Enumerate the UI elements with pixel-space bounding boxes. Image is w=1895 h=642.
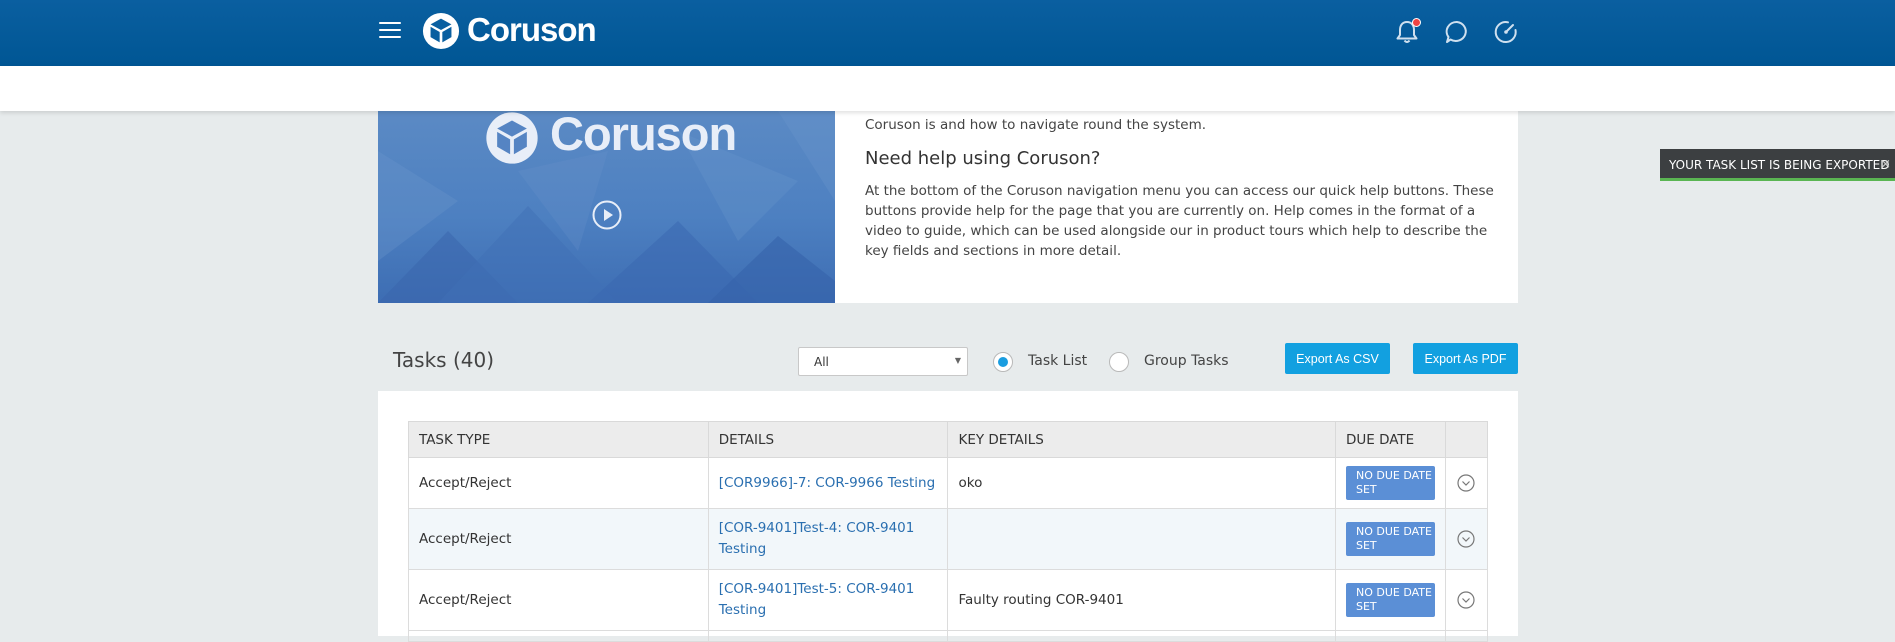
radio-group-tasks-label[interactable]: Group Tasks [1144,353,1229,369]
column-header-task-type[interactable]: TASK TYPE [408,421,709,458]
dashboard-icon[interactable] [1492,18,1520,46]
close-icon[interactable]: × [1880,149,1891,181]
row-actions-cell [1444,569,1489,631]
tasks-title: Tasks (40) [393,348,494,372]
toast-message: YOUR TASK LIST IS BEING EXPORTED [1669,158,1890,172]
help-text-section: Coruson is and how to navigate round the… [865,111,1505,261]
table-row[interactable]: Accept/Reject [COR-9401]Test-5: COR-9401… [408,569,1489,631]
task-details-link[interactable]: [COR-9401]Test-4: COR-9401 Testing [719,520,915,557]
details-cell: [COR-9401]Test-4: COR-9401 Testing [707,508,949,570]
task-details-link[interactable]: [COR-9401]Test-5: COR-9401 Testing [719,581,915,618]
chevron-down-icon: ▼ [954,356,961,365]
radio-task-list[interactable] [993,352,1013,372]
help-body-text: At the bottom of the Coruson navigation … [865,183,1494,259]
intro-video-thumbnail[interactable]: Coruson [378,111,835,303]
notification-badge [1412,18,1421,27]
row-actions-cell [1444,457,1489,509]
export-csv-button[interactable]: Export As CSV [1285,343,1390,374]
coruson-logo-icon [486,112,538,164]
details-cell: [COR9966]-7: COR-9966 Testing [707,457,949,509]
chevron-down-circle-icon[interactable] [1457,530,1476,548]
task-details-link[interactable]: [COR9966]-7: COR-9966 Testing [719,475,936,491]
tasks-table-card: TASK TYPE DETAILS KEY DETAILS DUE DATE A… [378,391,1518,642]
help-info-card: Coruson Coruson is and how to navigate r… [378,111,1518,303]
due-date-cell: NO DUE DATE SET [1334,457,1446,509]
chevron-down-circle-icon[interactable] [1457,591,1476,609]
column-header-actions [1444,421,1489,458]
due-date-badge: NO DUE DATE SET [1345,466,1435,500]
due-date-cell: NO DUE DATE SET [1334,569,1446,631]
key-details-cell: oko [947,457,1336,509]
task-type-cell: Accept/Reject [408,508,709,570]
row-actions-cell [1444,508,1489,570]
column-header-details[interactable]: DETAILS [707,421,949,458]
column-header-key-details[interactable]: KEY DETAILS [947,421,1336,458]
column-header-due-date[interactable]: DUE DATE [1334,421,1446,458]
chevron-down-circle-icon[interactable] [1457,474,1476,492]
table-row[interactable]: Accept/Reject [COR9966]-7: COR-9966 Test… [408,457,1489,509]
brand-name[interactable]: Coruson [467,11,597,49]
task-type-cell: Accept/Reject [408,457,709,509]
help-heading: Need help using Coruson? [865,148,1101,169]
radio-group-tasks[interactable] [1109,352,1129,372]
table-row[interactable]: Accept/Reject [COR-9401]Test-4: COR-9401… [408,508,1489,570]
task-type-cell: Accept/Reject [408,569,709,631]
table-row [408,630,1489,642]
intro-text: Coruson is and how to navigate round the… [865,117,1207,133]
coruson-logo-icon[interactable] [422,12,460,50]
due-date-badge: NO DUE DATE SET [1345,583,1435,617]
export-pdf-button[interactable]: Export As PDF [1413,343,1518,374]
due-date-cell: NO DUE DATE SET [1334,508,1446,570]
video-brand-name: Coruson [550,111,737,160]
filter-selected-value: All [814,355,829,369]
key-details-cell [947,508,1336,570]
radio-task-list-label[interactable]: Task List [1028,353,1087,369]
chat-icon[interactable] [1443,18,1471,46]
details-cell: [COR-9401]Test-5: COR-9401 Testing [707,569,949,631]
sub-header-bar [0,66,1895,111]
export-toast: YOUR TASK LIST IS BEING EXPORTED × [1660,149,1895,181]
table-header-row: TASK TYPE DETAILS KEY DETAILS DUE DATE [408,421,1489,458]
menu-icon[interactable] [379,22,401,40]
play-icon[interactable] [591,199,623,231]
tasks-table: TASK TYPE DETAILS KEY DETAILS DUE DATE A… [408,421,1489,642]
due-date-badge: NO DUE DATE SET [1345,522,1435,556]
task-filter-select[interactable]: All ▼ [798,347,968,376]
top-navigation-bar: Coruson [0,0,1895,66]
key-details-cell: Faulty routing COR-9401 [947,569,1336,631]
